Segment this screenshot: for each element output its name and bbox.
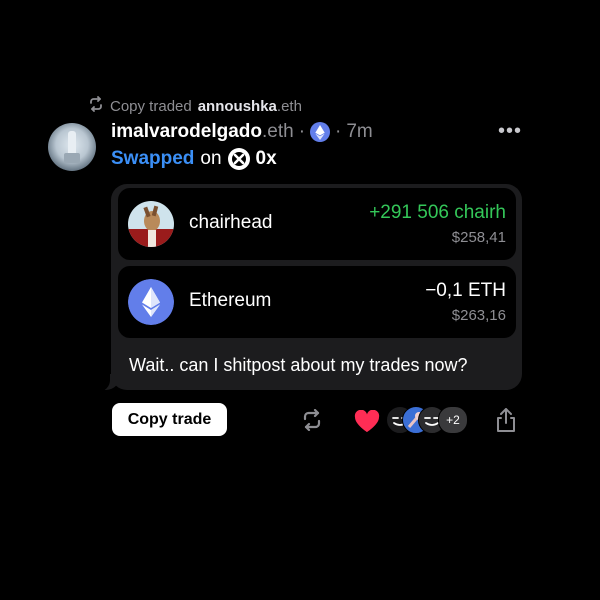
repost-icon[interactable] xyxy=(300,408,324,432)
heart-icon[interactable] xyxy=(354,409,380,433)
copy-trade-button[interactable]: Copy trade xyxy=(112,403,227,436)
repost-user-suffix: .eth xyxy=(276,97,302,115)
sent-usd: $263,16 xyxy=(451,307,506,324)
received-usd: $258,41 xyxy=(451,229,506,246)
action-verb: Swapped xyxy=(111,148,195,169)
action-on: on xyxy=(200,148,222,169)
more-dots-icon[interactable]: ••• xyxy=(498,120,522,143)
received-amount: +291 506 chairh xyxy=(369,202,506,223)
received-token-row[interactable]: chairhead +291 506 chairh $258,41 xyxy=(118,188,516,260)
repost-icon xyxy=(88,96,104,116)
repost-prefix: Copy traded xyxy=(110,97,192,115)
author-link[interactable]: imalvarodelgado.eth xyxy=(111,121,294,143)
sent-amount: −0,1 ETH xyxy=(425,280,506,301)
dex-name[interactable]: 0x xyxy=(256,148,277,170)
likers-more-count: +2 xyxy=(438,406,468,434)
sent-token-name: Ethereum xyxy=(189,290,272,311)
separator: · xyxy=(298,121,306,142)
0x-icon xyxy=(227,148,250,170)
author-name: imalvarodelgado xyxy=(111,121,262,142)
repost-line: Copy traded annoushka.eth xyxy=(88,96,302,116)
post-time: 7m xyxy=(346,121,373,142)
post-header: imalvarodelgado.eth · · 7m xyxy=(111,121,373,143)
ethereum-icon xyxy=(310,122,331,142)
author-suffix: .eth xyxy=(262,121,294,142)
share-icon[interactable] xyxy=(494,407,518,433)
swap-action-line: Swapped on 0x xyxy=(111,148,277,170)
post-message: Wait.. can I shitpost about my trades no… xyxy=(129,355,468,375)
repost-user-link[interactable]: annoushka.eth xyxy=(198,98,302,115)
repost-user: annoushka xyxy=(197,97,277,115)
ethereum-token-icon xyxy=(128,279,174,325)
sent-token-row[interactable]: Ethereum −0,1 ETH $263,16 xyxy=(118,266,516,338)
author-avatar[interactable] xyxy=(48,123,96,171)
chairhead-token-avatar xyxy=(128,201,174,247)
received-token-name: chairhead xyxy=(189,212,273,233)
separator: · xyxy=(335,121,342,142)
